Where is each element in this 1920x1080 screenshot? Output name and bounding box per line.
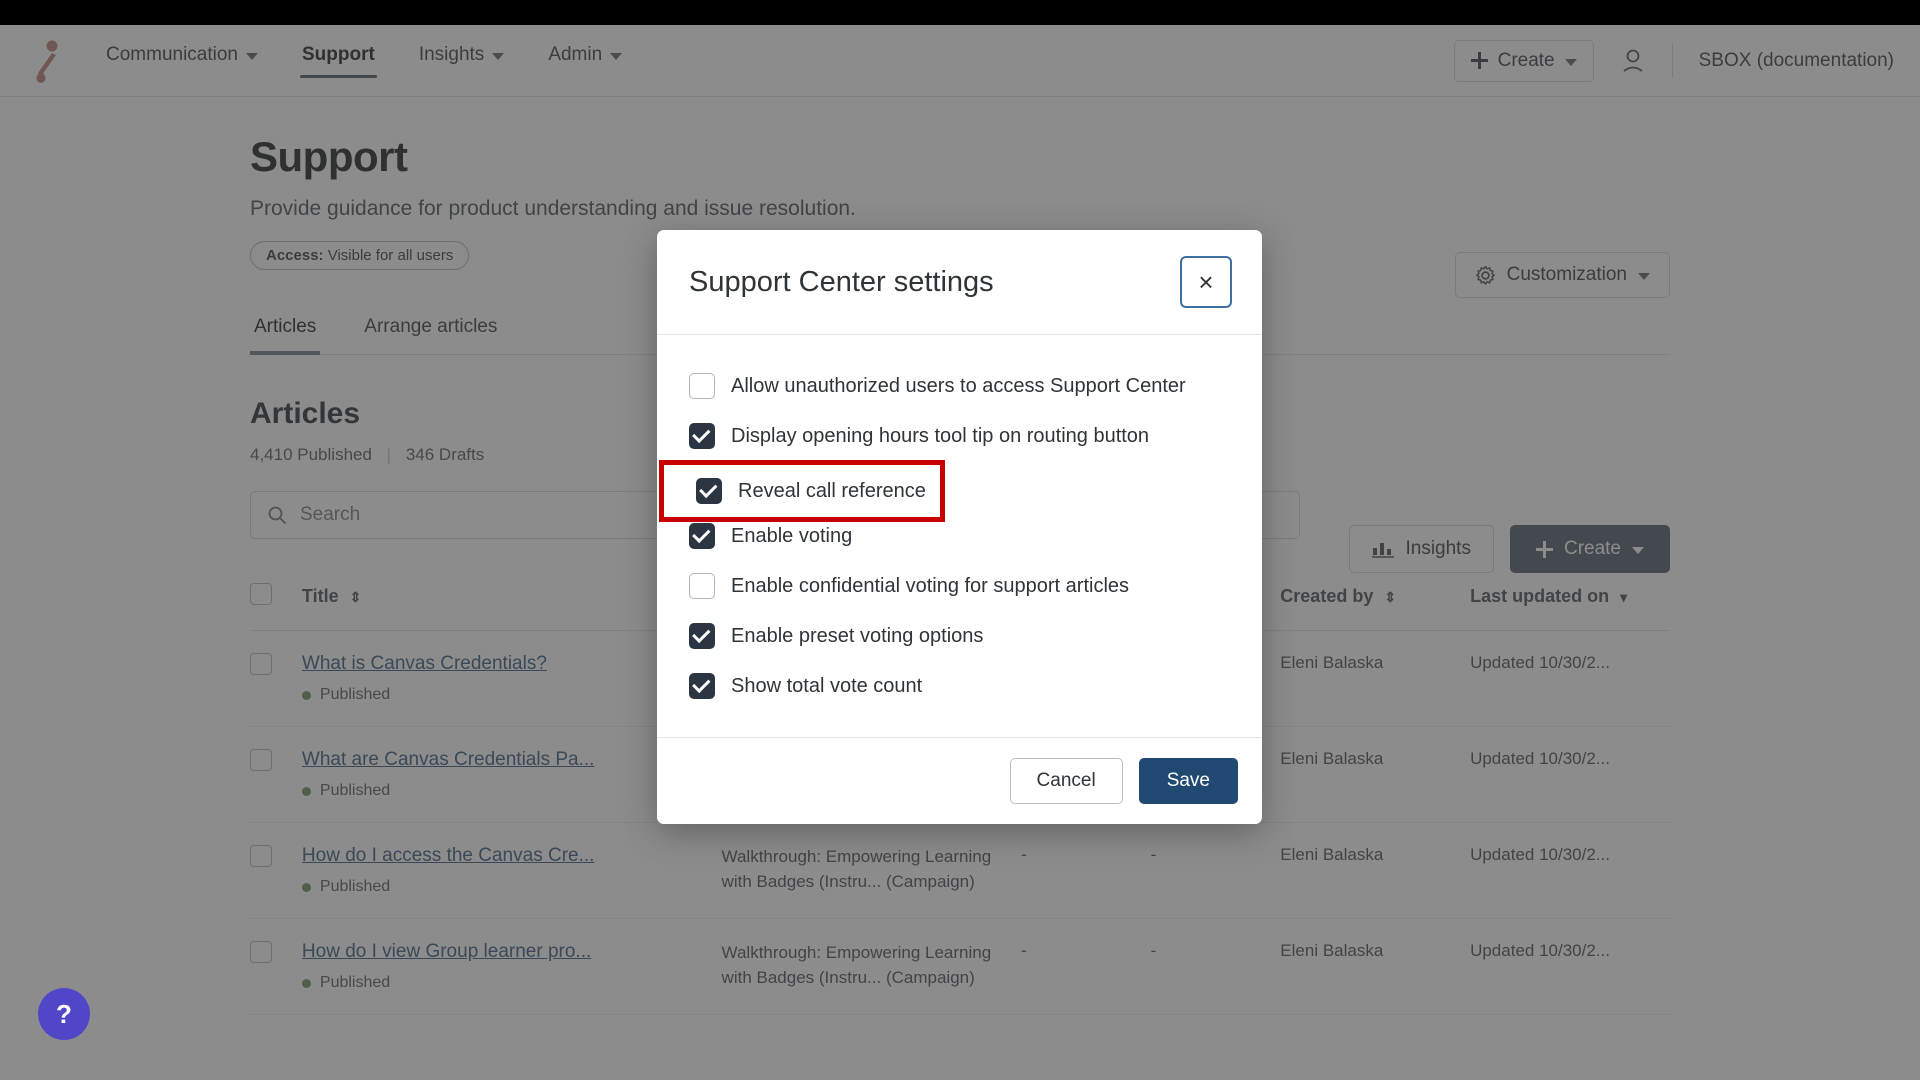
close-glyph: × [1198, 267, 1214, 297]
checkbox[interactable] [689, 373, 715, 399]
support-center-settings-modal: Support Center settings × Allow unauthor… [657, 230, 1262, 824]
help-icon: ? [56, 998, 72, 1029]
checkbox[interactable] [689, 573, 715, 599]
checkbox[interactable] [689, 523, 715, 549]
option-label: Enable confidential voting for support a… [731, 574, 1130, 597]
save-button[interactable]: Save [1138, 758, 1238, 804]
checkbox[interactable] [689, 623, 715, 649]
checkbox[interactable] [696, 478, 722, 504]
checkbox[interactable] [689, 673, 715, 699]
option-allow-unauthorized-users[interactable]: Allow unauthorized users to access Suppo… [657, 361, 1262, 411]
option-enable-preset-voting-options[interactable]: Enable preset voting options [657, 611, 1262, 661]
option-label: Allow unauthorized users to access Suppo… [731, 374, 1186, 397]
option-display-opening-hours-tooltip[interactable]: Display opening hours tool tip on routin… [657, 411, 1262, 461]
option-label: Enable voting [731, 524, 853, 547]
option-label: Enable preset voting options [731, 624, 984, 647]
modal-header: Support Center settings × [657, 230, 1262, 335]
option-label: Display opening hours tool tip on routin… [731, 424, 1150, 447]
screen: Communication Support Insights Admin [0, 0, 1920, 1080]
cancel-button[interactable]: Cancel [1009, 758, 1123, 804]
modal-body: Allow unauthorized users to access Suppo… [657, 335, 1262, 737]
modal-title: Support Center settings [689, 265, 994, 298]
option-enable-confidential-voting[interactable]: Enable confidential voting for support a… [657, 561, 1262, 611]
highlight-annotation-box: Reveal call reference [659, 460, 945, 522]
modal-footer: Cancel Save [657, 737, 1262, 824]
option-label: Show total vote count [731, 674, 923, 697]
help-button[interactable]: ? [38, 988, 90, 1040]
option-label: Reveal call reference [738, 479, 926, 502]
option-show-total-vote-count[interactable]: Show total vote count [657, 661, 1262, 711]
checkbox[interactable] [689, 423, 715, 449]
close-icon[interactable]: × [1180, 256, 1232, 308]
